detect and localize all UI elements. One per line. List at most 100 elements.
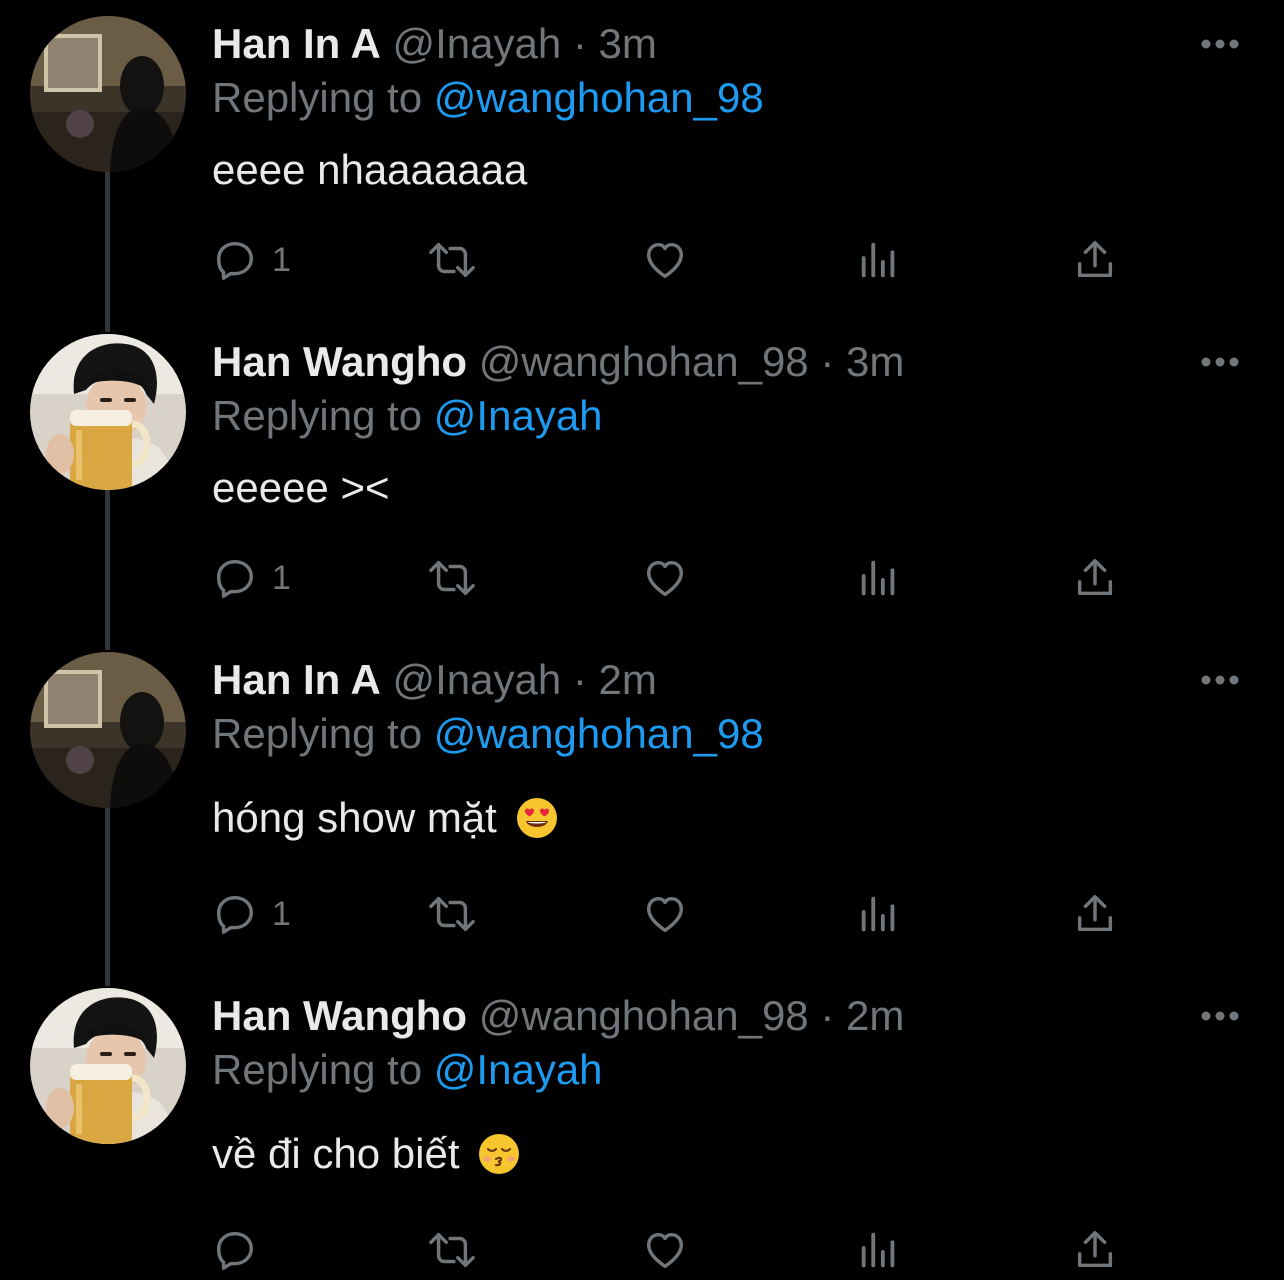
tweet[interactable]: Han In A @Inayah · 2m Replying to @wangh… xyxy=(0,636,1284,986)
replying-to-handle[interactable]: @wanghohan_98 xyxy=(434,74,764,121)
replying-to-handle[interactable]: @wanghohan_98 xyxy=(434,710,764,757)
tweet-text: về đi cho biết xyxy=(212,1128,521,1180)
tweet-header: Han In A @Inayah · 2m xyxy=(212,654,657,706)
separator-dot: · xyxy=(572,656,587,703)
heart-icon xyxy=(646,1232,684,1269)
reply-button[interactable]: 1 xyxy=(212,548,291,608)
share-button[interactable] xyxy=(1072,548,1118,608)
separator-dot: · xyxy=(820,992,835,1039)
retweet-button[interactable] xyxy=(424,1220,480,1280)
reply-icon xyxy=(216,895,254,934)
tweet-text: eeee nhaaaaaaa xyxy=(212,144,527,196)
tweet[interactable]: Han In A @Inayah · 3m Replying to @wangh… xyxy=(0,0,1284,332)
heart-icon xyxy=(646,896,684,933)
tweet-timestamp[interactable]: 2m xyxy=(599,656,657,703)
share-icon xyxy=(1077,1231,1113,1268)
like-button[interactable] xyxy=(640,1220,690,1280)
author-name[interactable]: Han In A xyxy=(212,656,381,703)
share-button[interactable] xyxy=(1072,884,1118,944)
like-button[interactable] xyxy=(640,230,690,290)
tweet-text-content: hóng show mặt xyxy=(212,794,497,841)
replying-to-line: Replying to @Inayah xyxy=(212,1044,603,1096)
tweet-timestamp[interactable]: 3m xyxy=(599,20,657,67)
reply-count: 1 xyxy=(272,558,291,597)
tweet-header: Han In A @Inayah · 3m xyxy=(212,18,657,70)
views-button[interactable] xyxy=(856,1220,902,1280)
retweet-icon xyxy=(429,242,475,278)
more-options-button[interactable] xyxy=(1196,662,1244,698)
share-icon xyxy=(1077,241,1113,278)
thread-connector xyxy=(105,490,110,650)
views-button[interactable] xyxy=(856,230,902,290)
tweet-header: Han Wangho @wanghohan_98 · 3m xyxy=(212,336,904,388)
author-handle[interactable]: @Inayah xyxy=(392,20,561,67)
separator-dot: · xyxy=(820,338,835,385)
tweet-text-content: eeeee >< xyxy=(212,464,390,511)
share-button[interactable] xyxy=(1072,230,1118,290)
tweet-text-content: eeee nhaaaaaaa xyxy=(212,146,528,193)
tweet-text: hóng show mặt xyxy=(212,792,559,844)
tweet-actions: 1 xyxy=(212,230,1132,290)
replying-to-handle[interactable]: @Inayah xyxy=(434,392,603,439)
reply-count: 1 xyxy=(272,894,291,933)
retweet-icon xyxy=(429,896,475,932)
author-handle[interactable]: @wanghohan_98 xyxy=(479,992,809,1039)
more-options-button[interactable] xyxy=(1196,998,1244,1034)
more-options-button[interactable] xyxy=(1196,344,1244,380)
author-name[interactable]: Han In A xyxy=(212,20,381,67)
replying-to-line: Replying to @wanghohan_98 xyxy=(212,708,764,760)
reply-icon xyxy=(216,241,254,280)
avatar[interactable] xyxy=(30,652,186,808)
views-button[interactable] xyxy=(856,884,902,944)
tweet[interactable]: Han Wangho @wanghohan_98 · 3m Replying t… xyxy=(0,318,1284,650)
separator-dot: · xyxy=(572,20,587,67)
heart-icon xyxy=(646,242,684,279)
share-button[interactable] xyxy=(1072,1220,1118,1280)
reply-icon xyxy=(216,1231,254,1270)
author-handle[interactable]: @wanghohan_98 xyxy=(479,338,809,385)
tweet-actions: 1 xyxy=(212,884,1132,944)
reply-icon xyxy=(216,559,254,598)
reply-thread: Han In A @Inayah · 3m Replying to @wangh… xyxy=(0,0,1284,1279)
replying-to-label: Replying to xyxy=(212,1046,423,1093)
retweet-button[interactable] xyxy=(424,230,480,290)
replying-to-label: Replying to xyxy=(212,392,423,439)
thread-connector xyxy=(105,172,110,332)
avatar[interactable] xyxy=(30,988,186,1144)
tweet-actions xyxy=(212,1220,1132,1280)
retweet-icon xyxy=(429,560,475,596)
tweet-timestamp[interactable]: 2m xyxy=(846,992,904,1039)
views-chart-icon xyxy=(861,896,895,932)
author-name[interactable]: Han Wangho xyxy=(212,338,467,385)
author-name[interactable]: Han Wangho xyxy=(212,992,467,1039)
author-handle[interactable]: @Inayah xyxy=(392,656,561,703)
share-icon xyxy=(1077,559,1113,596)
replying-to-label: Replying to xyxy=(212,710,423,757)
thread-connector xyxy=(105,808,110,986)
like-button[interactable] xyxy=(640,548,690,608)
reply-button[interactable]: 1 xyxy=(212,884,291,944)
replying-to-handle[interactable]: @Inayah xyxy=(434,1046,603,1093)
kissing-closed-eyes-emoji xyxy=(479,1134,520,1174)
views-chart-icon xyxy=(861,242,895,278)
reply-button[interactable]: 1 xyxy=(212,230,291,290)
tweet-text: eeeee >< xyxy=(212,462,390,514)
like-button[interactable] xyxy=(640,884,690,944)
retweet-button[interactable] xyxy=(424,884,480,944)
replying-to-line: Replying to @wanghohan_98 xyxy=(212,72,764,124)
retweet-icon xyxy=(429,1232,475,1268)
retweet-button[interactable] xyxy=(424,548,480,608)
share-icon xyxy=(1077,895,1113,932)
views-button[interactable] xyxy=(856,548,902,608)
replying-to-line: Replying to @Inayah xyxy=(212,390,603,442)
heart-eyes-emoji xyxy=(516,798,557,838)
avatar[interactable] xyxy=(30,16,186,172)
tweet-timestamp[interactable]: 3m xyxy=(846,338,904,385)
more-horizontal-icon xyxy=(1201,39,1239,49)
tweet[interactable]: Han Wangho @wanghohan_98 · 2m Replying t… xyxy=(0,972,1284,1279)
views-chart-icon xyxy=(861,560,895,596)
more-options-button[interactable] xyxy=(1196,26,1244,62)
reply-button[interactable] xyxy=(212,1220,272,1280)
reply-count: 1 xyxy=(272,240,291,279)
avatar[interactable] xyxy=(30,334,186,490)
